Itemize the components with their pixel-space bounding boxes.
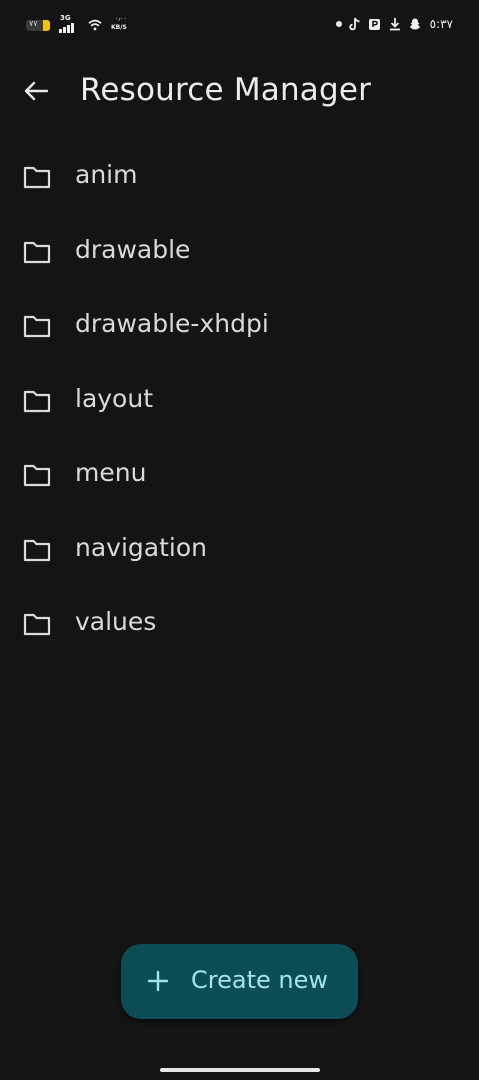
folder-item-values[interactable]: values	[0, 586, 479, 661]
status-left-group: ٧٧ 3G ٠٫٠٠ KB/S	[26, 14, 131, 33]
folder-item-menu[interactable]: menu	[0, 437, 479, 512]
create-new-label: Create new	[191, 966, 328, 994]
folder-label: anim	[75, 160, 138, 189]
back-arrow-icon	[24, 81, 49, 101]
folder-label: values	[75, 607, 157, 636]
home-indicator[interactable]	[160, 1068, 320, 1072]
folder-icon	[23, 315, 51, 338]
folder-list: anim drawable drawable-xhdpi layout menu…	[0, 139, 479, 661]
tiktok-icon	[348, 17, 360, 31]
plus-icon	[147, 970, 169, 992]
folder-icon	[23, 539, 51, 561]
app-p-icon	[368, 19, 380, 30]
folder-item-layout[interactable]: layout	[0, 363, 479, 438]
battery-text: ٧٧	[29, 19, 38, 28]
snapchat-icon	[409, 18, 421, 30]
back-button[interactable]	[18, 73, 54, 109]
folder-label: menu	[75, 458, 147, 487]
folder-label: drawable-xhdpi	[75, 309, 269, 338]
network-type-label: 3G	[60, 14, 71, 22]
folder-label: drawable	[75, 234, 191, 264]
folder-icon	[23, 390, 51, 412]
cellular-signal-icon: 3G	[59, 14, 79, 33]
folder-item-drawable[interactable]: drawable	[0, 214, 479, 289]
folder-icon	[23, 464, 51, 487]
folder-label: layout	[75, 383, 154, 413]
signal-bars	[59, 23, 74, 33]
page-title: Resource Manager	[80, 72, 372, 108]
folder-item-drawable-xhdpi[interactable]: drawable-xhdpi	[0, 288, 479, 363]
folder-icon	[23, 241, 51, 263]
folder-label: navigation	[75, 532, 207, 562]
status-bar: ٧٧ 3G ٠٫٠٠ KB/S ٥:٣٧	[0, 0, 479, 54]
download-icon	[389, 18, 400, 31]
battery-icon: ٧٧	[26, 19, 50, 31]
folder-item-anim[interactable]: anim	[0, 139, 479, 214]
folder-icon	[23, 613, 51, 636]
folder-item-navigation[interactable]: navigation	[0, 512, 479, 587]
network-speed-unit: KB/S	[111, 24, 127, 31]
network-speed-indicator: ٠٫٠٠ KB/S	[111, 15, 131, 33]
wifi-icon	[88, 19, 102, 31]
status-clock: ٥:٣٧	[429, 17, 453, 31]
battery-level-fill	[42, 19, 50, 31]
network-speed-value: ٠٫٠٠	[115, 15, 127, 22]
status-right-group: ٥:٣٧	[335, 17, 453, 31]
folder-icon	[23, 166, 51, 189]
app-bar: Resource Manager	[0, 62, 479, 120]
create-new-button[interactable]: Create new	[121, 944, 358, 1019]
dot-icon	[335, 21, 342, 27]
